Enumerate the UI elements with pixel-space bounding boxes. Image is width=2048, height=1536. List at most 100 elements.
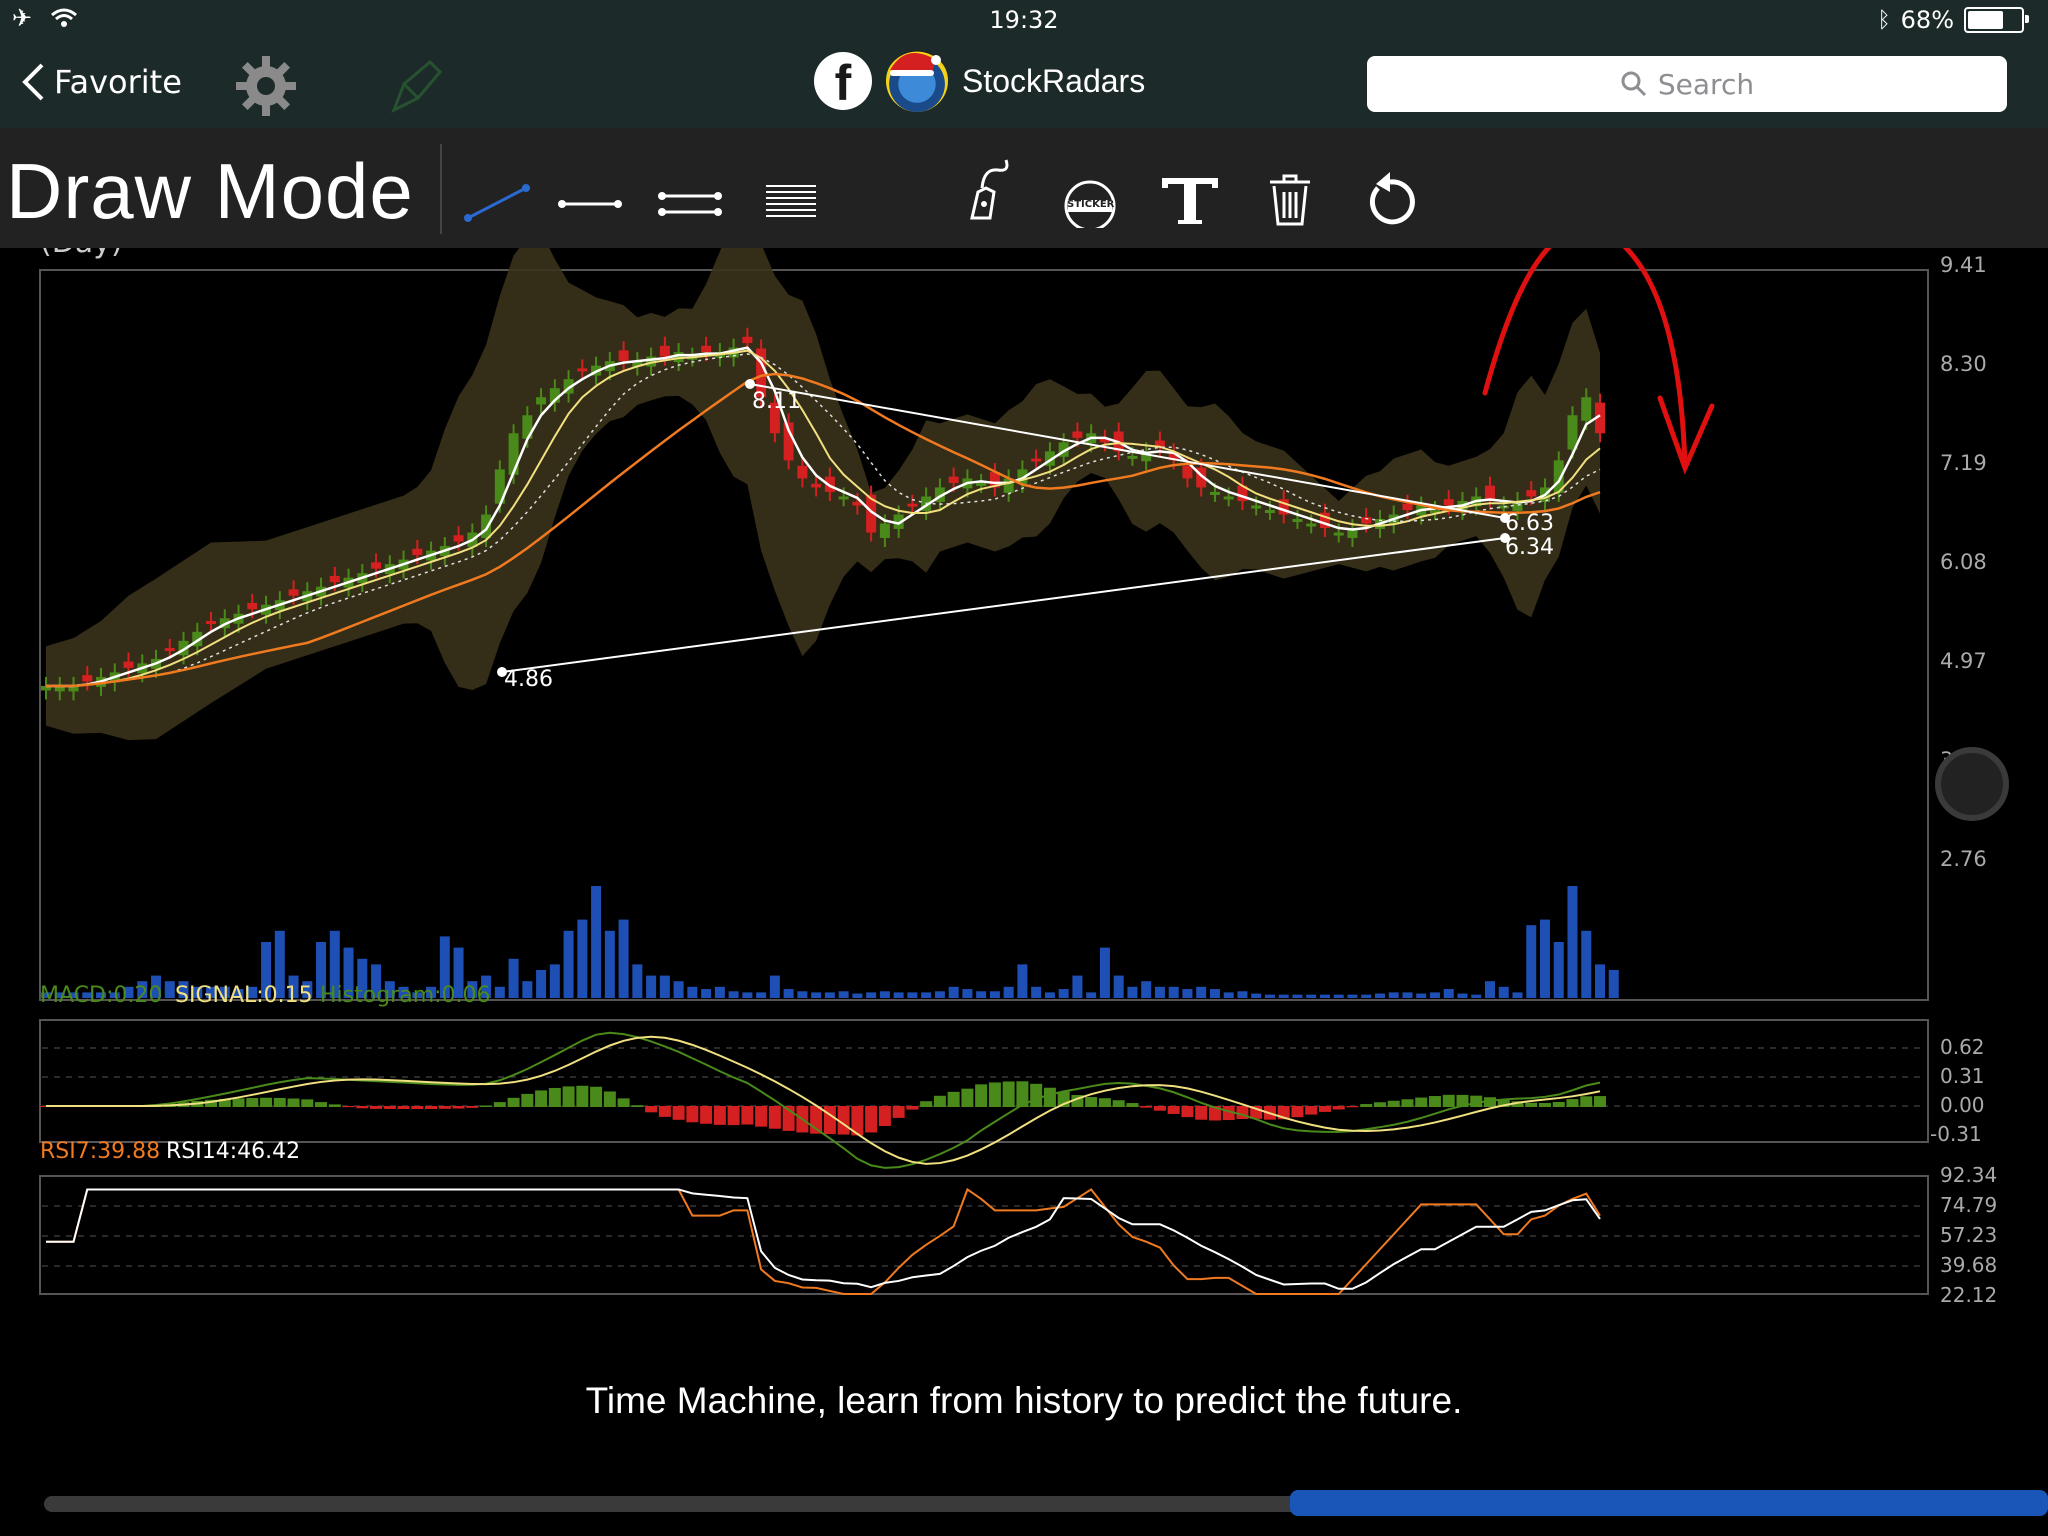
macd-histogram-bar (232, 1098, 245, 1107)
candle-body (879, 523, 890, 538)
trash-icon[interactable] (1250, 148, 1330, 228)
macd-histogram-bar (878, 1106, 891, 1126)
brand: f StockRadars (814, 50, 1145, 112)
rsi-line (46, 1187, 1601, 1295)
volume-bar (1251, 993, 1262, 998)
sticker-tool[interactable]: STICKER (1050, 148, 1130, 232)
volume-bar (1402, 992, 1413, 998)
rsi-line (46, 1188, 1601, 1290)
rsi-tick: 57.23 (1940, 1223, 1997, 1247)
volume-bar (1292, 994, 1303, 998)
volume-bar (659, 975, 670, 998)
volume-bar (907, 992, 918, 998)
caption: Time Machine, learn from history to pred… (585, 1380, 1463, 1421)
trendline-handle[interactable] (745, 379, 755, 389)
macd-histogram-bar (356, 1106, 369, 1109)
candle-body (948, 476, 959, 483)
macd-histogram-bar (1387, 1100, 1400, 1107)
facebook-icon[interactable]: f (814, 52, 872, 111)
status-right: ᛒ 68% (1877, 6, 2029, 34)
volume-bar (701, 989, 712, 998)
status-time: 19:32 (989, 6, 1059, 34)
pen-icon[interactable] (384, 54, 448, 118)
price-tick: 7.19 (1940, 451, 1987, 475)
macd-histogram-bar (1538, 1102, 1551, 1107)
volume-bar (632, 964, 643, 998)
candle-body (123, 661, 134, 668)
volume-bar (494, 986, 505, 998)
trend-line-icon[interactable] (458, 148, 538, 228)
macd-histogram-bar (480, 1105, 493, 1107)
rsi-tick: 22.12 (1940, 1283, 1997, 1307)
candle-body (1209, 491, 1220, 495)
volume-bar (1361, 994, 1372, 998)
parallel-lines-icon[interactable] (650, 148, 730, 228)
macd-histogram-bar (1098, 1098, 1111, 1107)
trendline-lower[interactable] (501, 537, 1506, 673)
candle-body (206, 620, 217, 624)
nav-bar: Favorite f StockRadars Search (0, 40, 2048, 128)
macd-tick: 0.31 (1940, 1064, 1985, 1088)
candle-body (481, 514, 492, 538)
histogram-label: Histogram:0.06 (320, 983, 491, 1008)
volume-bar (1223, 992, 1234, 998)
volume-bar (1113, 975, 1124, 998)
price-tick: 9.41 (1940, 253, 1987, 277)
candle-body (1182, 465, 1193, 479)
volume-bar (879, 991, 890, 998)
annotation-low: 4.86 (504, 667, 553, 692)
macd-histogram-bar (535, 1090, 548, 1107)
fibonacci-lines-icon[interactable] (750, 148, 830, 228)
price-tick: 8.30 (1940, 352, 1987, 376)
battery-icon (1964, 7, 2029, 33)
macd-histogram-bar (1566, 1099, 1579, 1107)
search-input[interactable]: Search (1367, 56, 2007, 112)
volume-bar (1072, 975, 1083, 998)
volume-bar (714, 986, 725, 998)
volume-bar (1319, 994, 1330, 998)
volume-bar (1086, 992, 1097, 998)
macd-histogram-bar (493, 1102, 506, 1107)
macd-histogram-bar (658, 1106, 671, 1117)
macd-histogram-bar (700, 1106, 713, 1124)
volume-bar (1484, 981, 1495, 998)
back-button[interactable]: Favorite (20, 62, 182, 102)
period-label: (Day) (40, 248, 123, 260)
crosshair-knob[interactable] (1935, 747, 2009, 821)
gear-icon[interactable] (234, 54, 298, 118)
candle-body (164, 648, 175, 652)
candle-body (701, 345, 712, 353)
freehand-pen-icon[interactable] (950, 148, 1030, 228)
text-tool-icon[interactable] (1150, 148, 1230, 228)
macd-histogram-bar (1167, 1106, 1180, 1114)
volume-bar (1581, 930, 1592, 998)
macd-histogram-bar (438, 1106, 451, 1109)
chart-area[interactable]: (Day) 9.41 8.30 7.19 6.08 4.97 3.87 2.76… (0, 201, 2048, 1348)
scroll-thumb[interactable] (1290, 1490, 2048, 1516)
volume-bar (769, 975, 780, 998)
macd-histogram-bar (273, 1097, 286, 1107)
macd-layer (40, 1031, 1926, 1169)
volume-bar (549, 964, 560, 998)
volume-bar (934, 991, 945, 998)
horizontal-line-icon[interactable] (550, 148, 630, 228)
macd-histogram-bar (865, 1106, 878, 1133)
volume-bar (1278, 994, 1289, 998)
macd-histogram-bar (1112, 1100, 1125, 1107)
volume-bar (1154, 986, 1165, 998)
macd-histogram-bar (920, 1101, 933, 1107)
volume-bar (1044, 992, 1055, 998)
search-icon (1621, 71, 1646, 97)
undo-icon[interactable] (1350, 148, 1430, 228)
macd-histogram-bar (1442, 1094, 1455, 1107)
macd-histogram-bar (301, 1099, 314, 1107)
volume-bar (1196, 986, 1207, 998)
candle-body (797, 465, 808, 479)
volume-bar (1498, 986, 1509, 998)
volume-bar (962, 989, 973, 998)
macd-histogram-bar (947, 1091, 960, 1107)
macd-histogram-bar (631, 1105, 644, 1107)
macd-histogram-bar (260, 1097, 273, 1107)
volume-bar (893, 992, 904, 998)
stock-chart[interactable]: (Day) 9.41 8.30 7.19 6.08 4.97 3.87 2.76… (0, 201, 2048, 1348)
